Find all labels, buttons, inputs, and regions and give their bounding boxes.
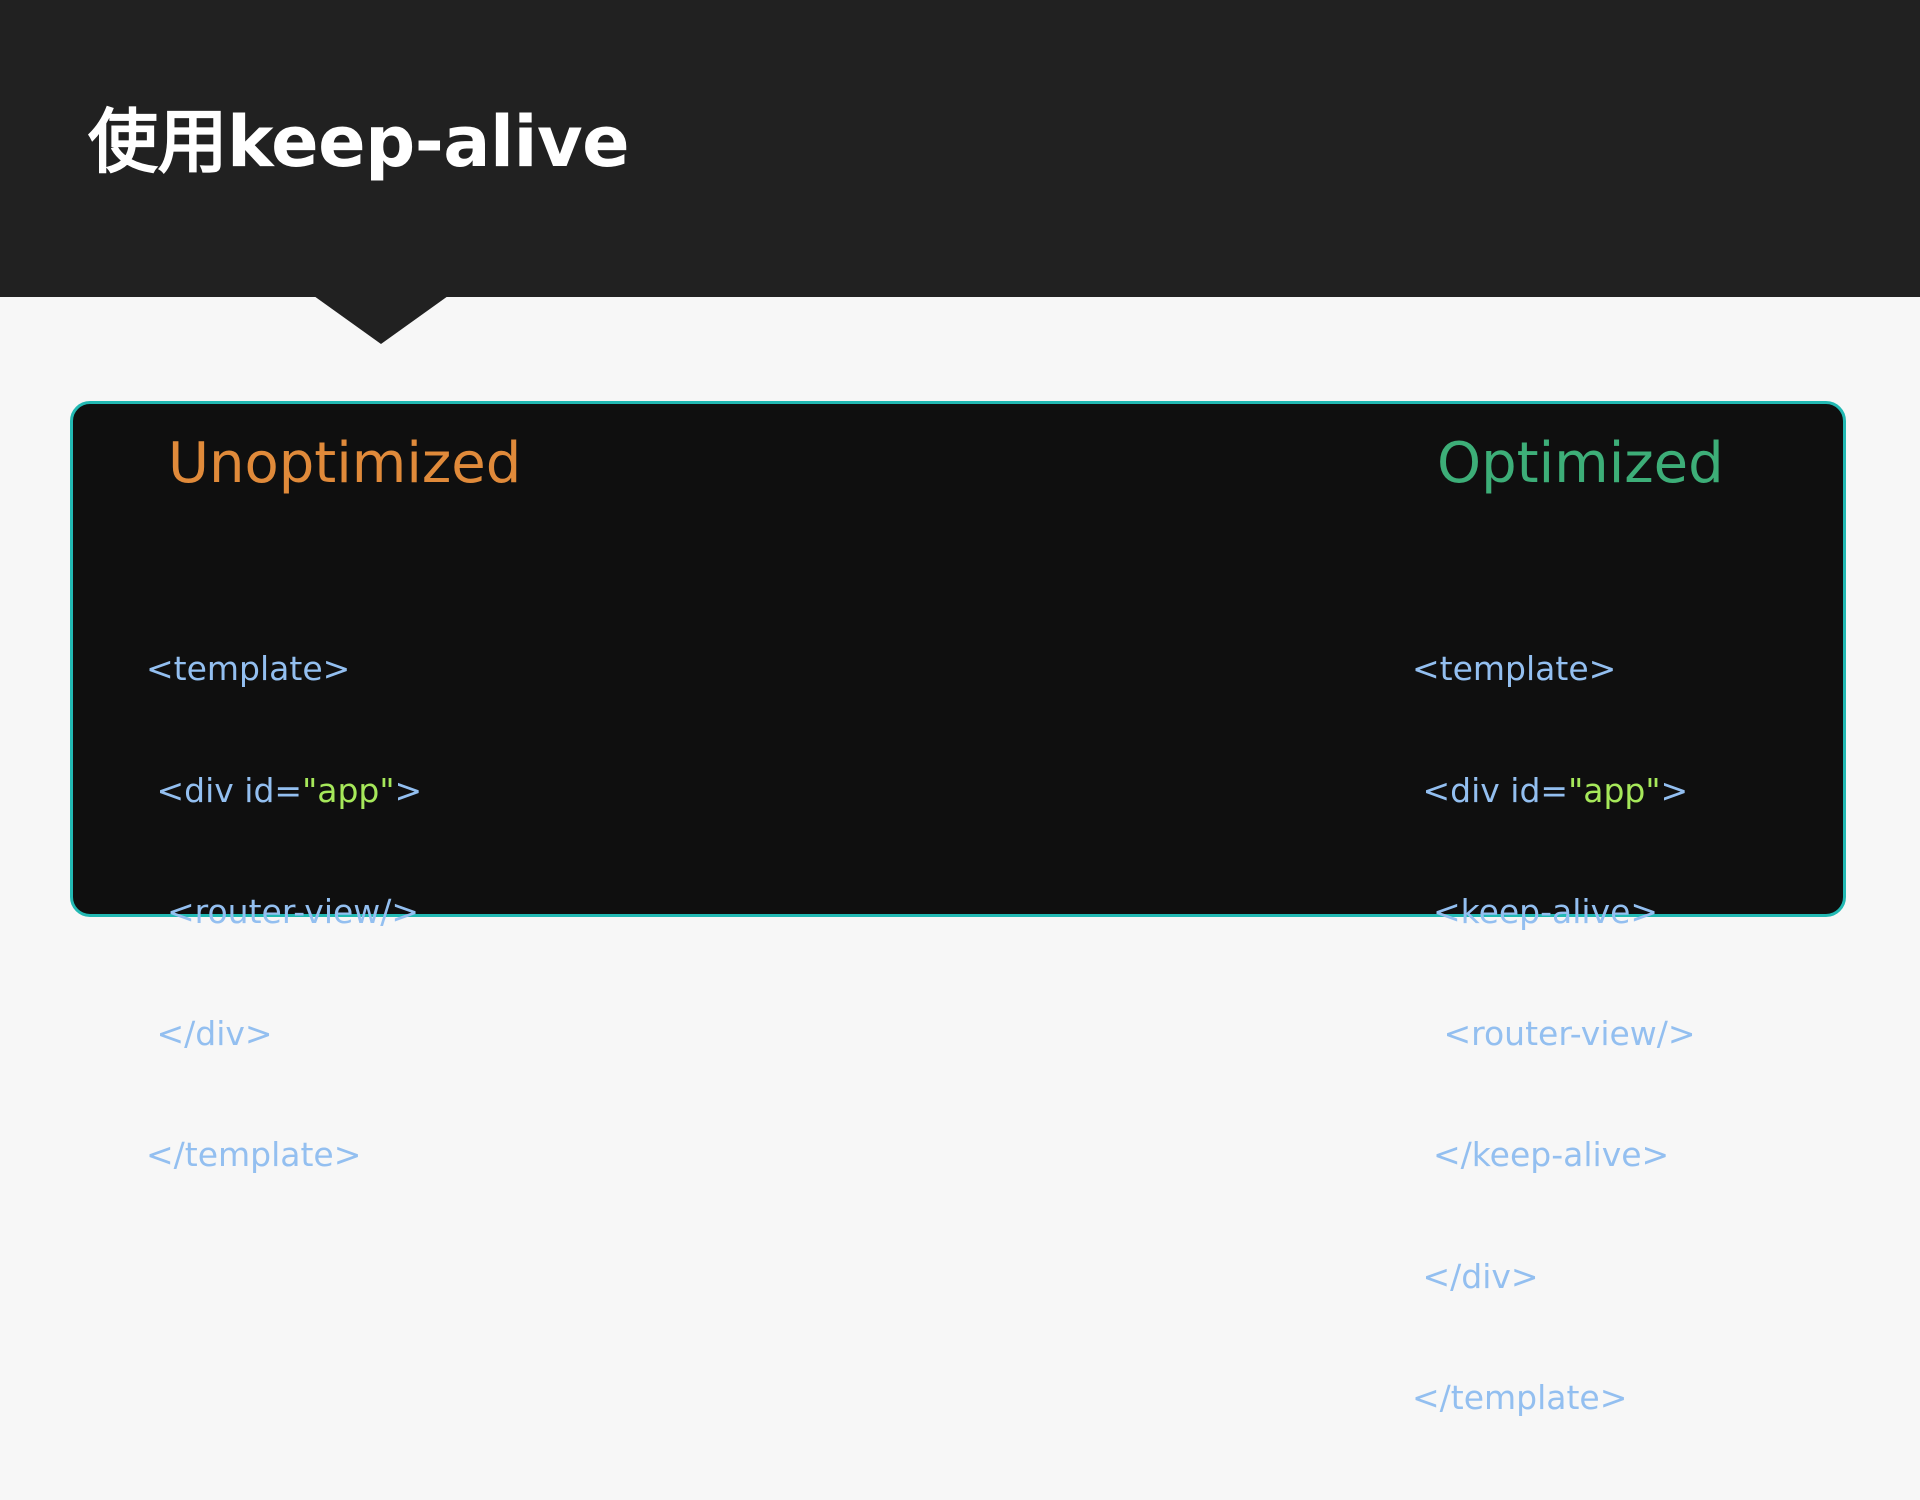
- code-line: <template>: [1412, 649, 1617, 688]
- code-line: </template>: [1412, 1378, 1628, 1417]
- code-line: </keep-alive>: [1432, 1135, 1670, 1174]
- code-line: <div id="app">: [1422, 770, 1689, 810]
- code-line: <router-view/>: [1443, 1013, 1696, 1053]
- unoptimized-code-block: <template> <div id="app"> <router-view/>…: [146, 568, 422, 1257]
- header-pointer: [314, 296, 448, 344]
- code-line: </div>: [1422, 1256, 1539, 1296]
- code-line: <router-view/>: [166, 892, 420, 931]
- slide-title: 使用keep-alive: [88, 101, 630, 183]
- code-line: </template>: [146, 1135, 362, 1174]
- code-line: <template>: [146, 649, 351, 688]
- code-line: <div id="app">: [156, 770, 423, 810]
- unoptimized-heading: Unoptimized: [168, 431, 522, 496]
- optimized-code-block: <template> <div id="app"> <keep-alive> <…: [1412, 568, 1696, 1500]
- code-string: "app": [302, 770, 395, 810]
- code-line: <keep-alive>: [1432, 892, 1659, 931]
- code-string: "app": [1568, 770, 1661, 810]
- optimized-heading: Optimized: [1437, 431, 1724, 496]
- code-line: </div>: [156, 1013, 273, 1053]
- comparison-panel: Unoptimized Optimized <template> <div id…: [70, 401, 1846, 1417]
- slide-header: 使用keep-alive: [0, 0, 1920, 297]
